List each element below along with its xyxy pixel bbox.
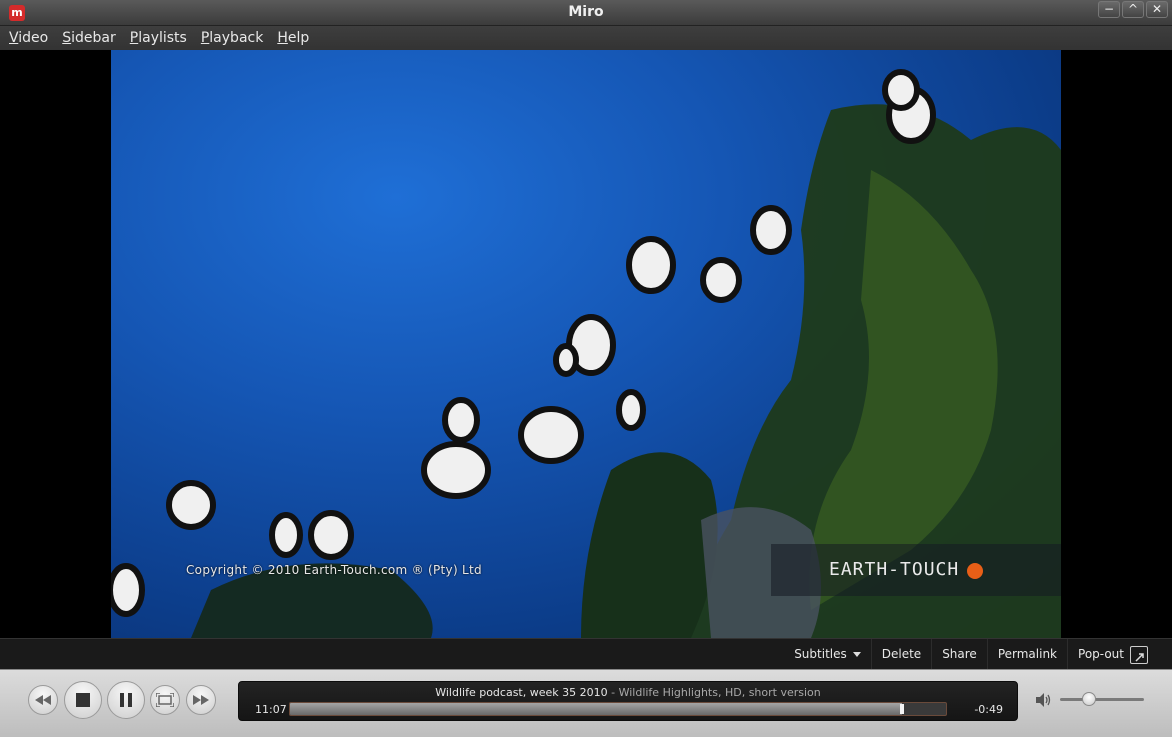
rewind-icon [35, 695, 51, 705]
remaining-time: -0:49 [974, 703, 1003, 716]
brand-watermark: EARTH-TOUCH [771, 544, 1061, 596]
stop-icon [76, 693, 90, 707]
menu-playback[interactable]: Playback [194, 30, 270, 46]
progress-handle[interactable] [899, 704, 904, 714]
elapsed-time: 11:07 [255, 703, 287, 716]
volume-slider[interactable] [1060, 698, 1144, 701]
menu-help[interactable]: Help [270, 30, 316, 46]
subtitles-dropdown[interactable]: Subtitles [784, 639, 871, 670]
minimize-button[interactable]: − [1098, 1, 1120, 18]
playback-controls: Wildlife podcast, week 35 2010 - Wildlif… [0, 669, 1172, 737]
volume-icon[interactable] [1036, 693, 1052, 707]
stop-button[interactable] [64, 681, 102, 719]
menu-sidebar[interactable]: Sidebar [55, 30, 123, 46]
permalink-button[interactable]: Permalink [986, 639, 1067, 670]
popout-button[interactable]: Pop-out [1067, 639, 1158, 670]
copyright-watermark: Copyright © 2010 Earth-Touch.com ® (Pty)… [186, 563, 482, 577]
share-button[interactable]: Share [931, 639, 987, 670]
progress-bar[interactable] [289, 702, 947, 716]
brand-text: EARTH-TOUCH [829, 559, 960, 580]
menu-bar: Video Sidebar Playlists Playback Help [0, 26, 1172, 50]
video-frame[interactable]: Copyright © 2010 Earth-Touch.com ® (Pty)… [111, 50, 1061, 638]
menu-video[interactable]: Video [2, 30, 55, 46]
now-playing-title: Wildlife podcast, week 35 2010 - Wildlif… [435, 686, 821, 699]
maximize-button[interactable]: ^ [1122, 1, 1144, 18]
fast-forward-button[interactable] [186, 685, 216, 715]
item-toolbar: Subtitles Delete Share Permalink Pop-out [0, 638, 1172, 670]
delete-button[interactable]: Delete [870, 639, 931, 670]
now-playing-display: Wildlife podcast, week 35 2010 - Wildlif… [238, 681, 1018, 721]
fullscreen-button[interactable] [150, 685, 180, 715]
fast-forward-icon [193, 695, 209, 705]
video-area[interactable]: Copyright © 2010 Earth-Touch.com ® (Pty)… [0, 50, 1172, 638]
pause-icon [120, 693, 132, 707]
rewind-button[interactable] [28, 685, 58, 715]
window-title: Miro [568, 4, 604, 20]
menu-playlists[interactable]: Playlists [123, 30, 194, 46]
progress-fill [290, 703, 902, 715]
fullscreen-icon [156, 693, 174, 707]
title-bar: m Miro − ^ ✕ [0, 0, 1172, 26]
popout-arrow-icon [1130, 645, 1148, 664]
volume-handle[interactable] [1082, 692, 1097, 706]
pause-button[interactable] [107, 681, 145, 719]
close-button[interactable]: ✕ [1146, 1, 1168, 18]
brand-dot-icon [967, 563, 983, 579]
caret-down-icon [852, 652, 861, 657]
